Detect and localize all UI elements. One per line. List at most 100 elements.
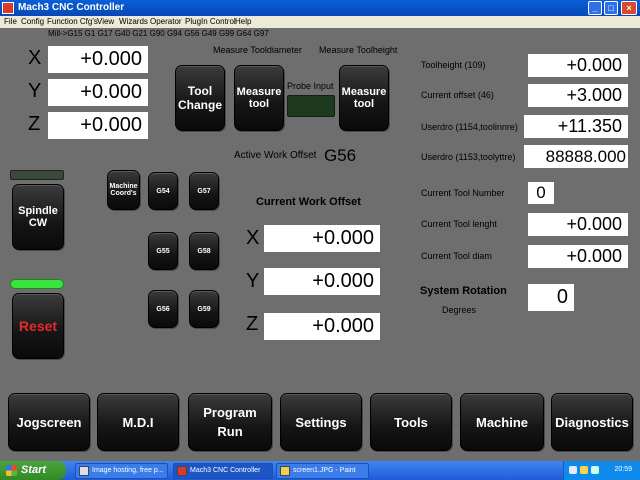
paint-icon bbox=[280, 466, 290, 476]
current-tool-number-label: Current Tool Number bbox=[421, 188, 505, 198]
taskbar-item-mach3[interactable]: Mach3 CNC Controller bbox=[173, 463, 273, 479]
network-icon[interactable] bbox=[569, 466, 577, 474]
shield-icon[interactable] bbox=[580, 466, 588, 474]
menu-view[interactable]: View bbox=[97, 17, 114, 27]
menu-config[interactable]: Config bbox=[21, 17, 44, 27]
probe-input-led bbox=[287, 95, 335, 117]
tool-change-button[interactable]: Tool Change bbox=[175, 65, 225, 131]
measure-tool-label-1: Measure bbox=[236, 86, 282, 98]
current-tool-number-dro[interactable]: 0 bbox=[528, 182, 554, 204]
spindle-direction-label: CW bbox=[28, 217, 48, 229]
start-label: Start bbox=[21, 464, 47, 476]
mach3-window: Mach3 CNC Controller _ □ × File Config F… bbox=[0, 0, 640, 480]
offset-y-label: Y bbox=[246, 270, 260, 292]
window-title: Mach3 CNC Controller bbox=[18, 2, 125, 13]
system-rotation-dro[interactable]: 0 bbox=[528, 284, 574, 311]
menu-operator[interactable]: Operator bbox=[150, 17, 182, 27]
title-bar: Mach3 CNC Controller _ □ × bbox=[0, 0, 640, 16]
current-tool-diam-dro[interactable]: +0.000 bbox=[528, 245, 628, 268]
task-label: screen1.JPG - Paint bbox=[293, 467, 356, 474]
dro-y[interactable]: +0.000 bbox=[48, 79, 148, 106]
menu-wizards[interactable]: Wizards bbox=[119, 17, 148, 27]
tab-jogscreen[interactable]: Jogscreen bbox=[8, 393, 90, 451]
active-work-offset-label: Active Work Offset bbox=[234, 150, 317, 161]
measure-tooldiameter-button[interactable]: Measure tool bbox=[234, 65, 284, 131]
windows-logo-icon bbox=[6, 465, 17, 476]
axis-z-label: Z bbox=[28, 113, 41, 135]
offset-z-label: Z bbox=[246, 313, 259, 335]
menu-file[interactable]: File bbox=[4, 17, 17, 27]
minimize-button[interactable]: _ bbox=[588, 1, 602, 15]
offset-x-dro[interactable]: +0.000 bbox=[264, 225, 380, 252]
g57-button[interactable]: G57 bbox=[189, 172, 219, 210]
app-icon bbox=[2, 2, 14, 14]
spindle-label: Spindle bbox=[18, 205, 58, 217]
gcode-modal-line: Mill->G15 G1 G17 G40 G21 G90 G94 G56 G49… bbox=[48, 29, 269, 38]
measure-toolheight-label: Measure Toolheight bbox=[319, 45, 398, 55]
machine-coords-label-2: Coord's bbox=[110, 190, 137, 197]
measure-tool-label-2: tool bbox=[248, 98, 270, 110]
menu-help[interactable]: Help bbox=[235, 17, 251, 27]
current-tool-diam-label: Current Tool diam bbox=[421, 251, 492, 261]
machine-coords-button[interactable]: Machine Coord's bbox=[107, 170, 140, 210]
reset-button[interactable]: Reset bbox=[12, 293, 64, 359]
measure-toolheight-button[interactable]: Measure tool bbox=[339, 65, 389, 131]
reset-led bbox=[10, 279, 64, 289]
clock: 20:59 bbox=[614, 466, 632, 473]
tab-tools[interactable]: Tools bbox=[370, 393, 452, 451]
measure-tool-label-1: Measure bbox=[341, 86, 387, 98]
browser-icon bbox=[79, 466, 89, 476]
dro-x[interactable]: +0.000 bbox=[48, 46, 148, 73]
measure-tooldiameter-label: Measure Tooldiameter bbox=[213, 45, 302, 55]
userdro-1154-label: Userdro (1154,toolinnre) bbox=[421, 122, 518, 132]
taskbar: Start Image hosting, free p... Mach3 CNC… bbox=[0, 461, 640, 480]
volume-icon[interactable] bbox=[591, 466, 599, 474]
active-work-offset-value: G56 bbox=[324, 146, 357, 165]
start-button[interactable]: Start bbox=[0, 461, 66, 480]
measure-tool-label-2: tool bbox=[353, 98, 375, 110]
current-tool-length-label: Current Tool lenght bbox=[421, 219, 497, 229]
userdro-1154-dro[interactable]: +11.350 bbox=[524, 115, 628, 138]
menu-plugin-control[interactable]: PlugIn Control bbox=[185, 17, 236, 27]
taskbar-item-paint[interactable]: screen1.JPG - Paint bbox=[276, 463, 369, 479]
system-rotation-unit: Degrees bbox=[442, 305, 477, 315]
axis-y-label: Y bbox=[28, 80, 42, 102]
tab-settings[interactable]: Settings bbox=[280, 393, 362, 451]
tab-mdi[interactable]: M.D.I bbox=[97, 393, 179, 451]
menu-function-cfgs[interactable]: Function Cfg's bbox=[47, 17, 98, 27]
close-button[interactable]: × bbox=[621, 1, 637, 15]
tool-change-label-1: Tool bbox=[187, 84, 213, 98]
current-work-offset-title: Current Work Offset bbox=[256, 196, 361, 208]
task-label: Image hosting, free p... bbox=[92, 467, 164, 474]
g55-button[interactable]: G55 bbox=[148, 232, 178, 270]
g58-button[interactable]: G58 bbox=[189, 232, 219, 270]
current-offset-label: Current offset (46) bbox=[421, 90, 494, 100]
g56-button[interactable]: G56 bbox=[148, 290, 178, 328]
spindle-led bbox=[10, 170, 64, 180]
tab-program-run[interactable]: Program Run bbox=[188, 393, 272, 451]
offset-z-dro[interactable]: +0.000 bbox=[264, 313, 380, 340]
current-offset-dro[interactable]: +3.000 bbox=[528, 84, 628, 107]
toolheight-dro[interactable]: +0.000 bbox=[528, 54, 628, 77]
dro-z[interactable]: +0.000 bbox=[48, 112, 148, 139]
spindle-cw-button[interactable]: Spindle CW bbox=[12, 184, 64, 250]
probe-input-label: Probe Input bbox=[287, 81, 334, 91]
offset-x-label: X bbox=[246, 227, 260, 249]
mach3-icon bbox=[177, 466, 187, 476]
maximize-button[interactable]: □ bbox=[604, 1, 618, 15]
taskbar-item-image-hosting[interactable]: Image hosting, free p... bbox=[75, 463, 168, 479]
g54-button[interactable]: G54 bbox=[148, 172, 178, 210]
tab-machine[interactable]: Machine bbox=[460, 393, 544, 451]
machine-coords-label-1: Machine bbox=[109, 183, 138, 190]
system-tray: 20:59 bbox=[563, 461, 640, 480]
toolheight-label: Toolheight (109) bbox=[421, 60, 486, 70]
tab-diagnostics[interactable]: Diagnostics bbox=[551, 393, 633, 451]
g59-button[interactable]: G59 bbox=[189, 290, 219, 328]
offset-y-dro[interactable]: +0.000 bbox=[264, 268, 380, 295]
menu-bar: File Config Function Cfg's View Wizards … bbox=[0, 16, 640, 28]
axis-x-label: X bbox=[28, 47, 42, 69]
userdro-1153-dro[interactable]: 88888.000 bbox=[524, 145, 628, 168]
userdro-1153-label: Userdro (1153,toolyttre) bbox=[421, 152, 516, 162]
task-label: Mach3 CNC Controller bbox=[190, 467, 261, 474]
current-tool-length-dro[interactable]: +0.000 bbox=[528, 213, 628, 236]
